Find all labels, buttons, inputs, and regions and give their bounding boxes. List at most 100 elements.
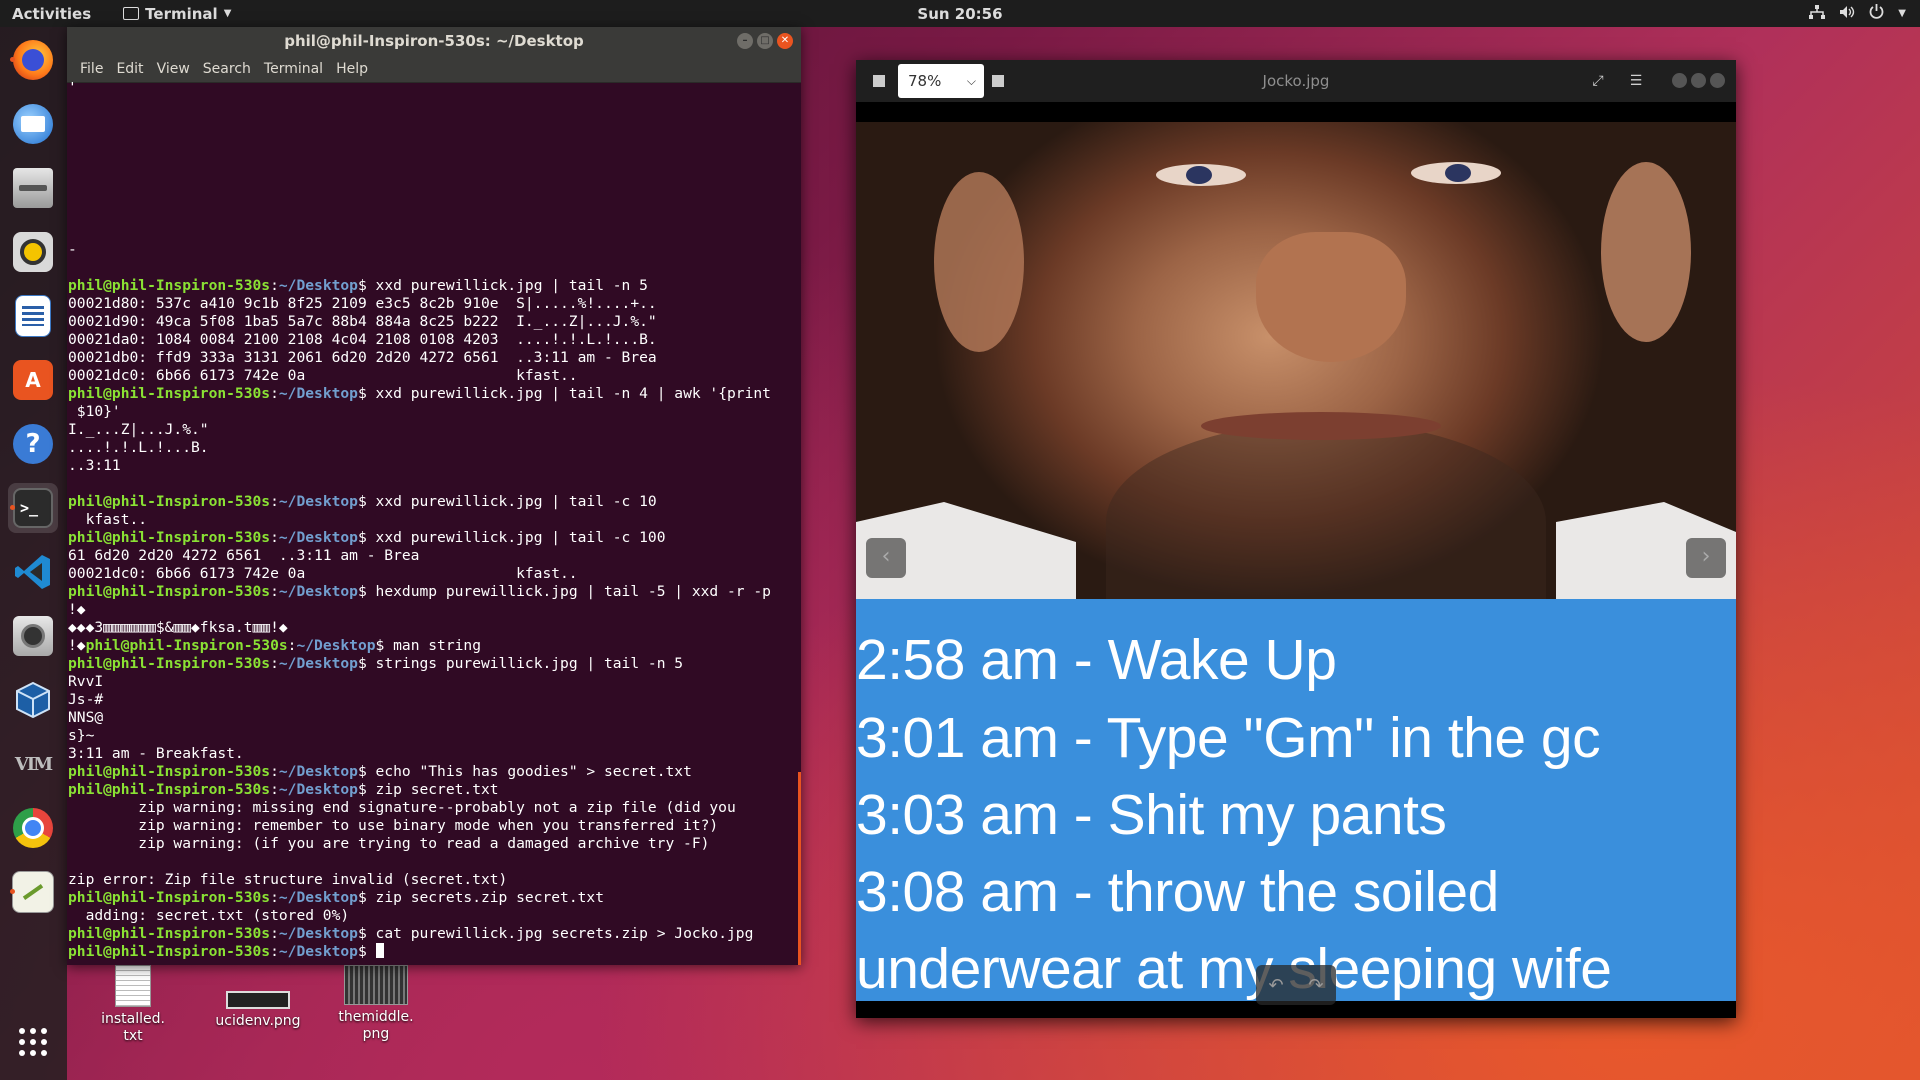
terminal-line: NNS@ (68, 709, 771, 727)
writer-icon[interactable] (8, 291, 58, 341)
close-button[interactable] (1710, 73, 1725, 88)
vim-icon[interactable]: VIM (8, 739, 58, 789)
terminal-text: RvvI (68, 673, 104, 690)
top-bar: Activities Terminal ▼ Sun 20:56 ▼ (0, 0, 1920, 27)
prompt-path: ~/Desktop (278, 493, 358, 510)
chevron-right-icon: › (1701, 544, 1711, 569)
terminal-text: $10}' (68, 403, 121, 420)
gedit-icon[interactable] (8, 867, 58, 917)
terminal-line: $10}' (68, 403, 771, 421)
activities-button[interactable]: Activities (12, 5, 91, 23)
command-text: cat purewillick.jpg secrets.zip > Jocko.… (375, 925, 754, 942)
prompt-path: ~/Desktop (278, 277, 358, 294)
terminal-text: ' (68, 82, 77, 96)
screenshot-icon[interactable] (8, 611, 58, 661)
caret-down-icon: ▼ (1898, 8, 1906, 19)
firefox-icon[interactable] (8, 35, 58, 85)
desktop-icon-label: txt (123, 1028, 143, 1044)
caret-down-icon: ▼ (223, 8, 232, 19)
command-text: man string (393, 637, 481, 654)
terminal-line: phil@phil-Inspiron-530s:~/Desktop$ hexdu… (68, 583, 771, 600)
close-button[interactable]: ✕ (777, 33, 793, 49)
thunderbird-icon[interactable] (8, 99, 58, 149)
maximize-button[interactable]: □ (757, 33, 773, 49)
prompt-user: phil@phil-Inspiron-530s (85, 637, 288, 654)
command-text: strings purewillick.jpg | tail -n 5 (375, 655, 684, 672)
power-icon (1869, 4, 1884, 23)
menu-search[interactable]: Search (203, 61, 251, 77)
terminal-line: 00021dc0: 6b66 6173 742e 0a kfast.. (68, 565, 771, 583)
terminal-line: adding: secret.txt (stored 0%) (68, 907, 771, 925)
help-icon[interactable]: ? (8, 419, 58, 469)
terminal-titlebar[interactable]: phil@phil-Inspiron-530s: ~/Desktop – □ ✕ (67, 27, 801, 55)
system-tray[interactable]: ▼ (1809, 0, 1906, 27)
menu-button[interactable]: ☰ (1627, 72, 1645, 90)
menu-file[interactable]: File (80, 61, 103, 77)
app-grid-icon[interactable] (8, 1017, 58, 1067)
virtualbox-icon[interactable] (8, 675, 58, 725)
vscode-icon[interactable] (8, 547, 58, 597)
grid-dots-icon (19, 1028, 47, 1056)
prompt-path: ~/Desktop (278, 583, 358, 600)
minimize-button[interactable] (1672, 73, 1687, 88)
terminal-line: phil@phil-Inspiron-530s:~/Desktop$ xxd p… (68, 385, 771, 402)
prompt-user: phil@phil-Inspiron-530s (68, 889, 271, 906)
terminal-output[interactable]: ' - phil@phil-Inspiron-530s:~/Desktop$ xxd… (67, 82, 801, 965)
terminal-text: !◆ (68, 637, 86, 654)
desktop-file-ucidenv-png[interactable]: ucidenv.png (212, 965, 304, 1030)
menu-terminal[interactable]: Terminal (264, 61, 323, 77)
terminal-line: 00021db0: ffd9 333a 3131 2061 6d20 2d20 … (68, 349, 771, 367)
viewer-headerbar[interactable]: 78% ⌵ Jocko.jpg ⤢ ☰ (856, 60, 1736, 102)
minimize-button[interactable]: – (737, 33, 753, 49)
prompt-path: ~/Desktop (278, 655, 358, 672)
menu-help[interactable]: Help (336, 61, 368, 77)
command-text: xxd purewillick.jpg | tail -n 5 (375, 277, 648, 294)
fullscreen-button[interactable]: ⤢ (1589, 72, 1607, 90)
menu-view[interactable]: View (157, 61, 190, 77)
prompt-path: ~/Desktop (296, 637, 376, 654)
prompt-user: phil@phil-Inspiron-530s (68, 655, 271, 672)
terminal-text: kfast.. (68, 511, 148, 528)
chromium-icon[interactable] (8, 803, 58, 853)
previous-image-button[interactable]: ‹ (866, 538, 906, 578)
rotate-controls[interactable]: ↶ ↷ (1256, 965, 1336, 1005)
prompt-user: phil@phil-Inspiron-530s (68, 781, 271, 798)
terminal-line: kfast.. (68, 511, 771, 529)
prompt-user: phil@phil-Inspiron-530s (68, 493, 271, 510)
terminal-text: Js-# (68, 691, 104, 708)
text-file-icon (115, 965, 151, 1007)
volume-icon (1839, 5, 1855, 23)
menu-edit[interactable]: Edit (116, 61, 143, 77)
files-icon[interactable] (8, 163, 58, 213)
terminal-line: ....!.!.L.!...B. (68, 439, 771, 457)
caption-line: 3:01 am - Type "Gm" in the gc (856, 706, 1601, 770)
app-menu[interactable]: Terminal ▼ (123, 5, 231, 23)
next-image-button[interactable]: › (1686, 538, 1726, 578)
desktop-file-themiddle-png[interactable]: themiddle. png (336, 965, 416, 1043)
prompt-user: phil@phil-Inspiron-530s (68, 763, 271, 780)
clock[interactable]: Sun 20:56 (0, 5, 1920, 23)
terminal-scrollbar[interactable] (798, 772, 801, 965)
image-thumbnail-icon (344, 965, 408, 1005)
command-text: zip secrets.zip secret.txt (375, 889, 604, 906)
terminal-line: I._...Z|...J.%." (68, 421, 771, 439)
desktop-file-installed-txt[interactable]: installed. txt (98, 965, 168, 1045)
terminal-text: NNS@ (68, 709, 104, 726)
prompt-path: ~/Desktop (278, 889, 358, 906)
terminal-icon[interactable]: >_ (8, 483, 58, 533)
maximize-button[interactable] (1691, 73, 1706, 88)
terminal-line: 00021dc0: 6b66 6173 742e 0a kfast.. (68, 367, 771, 385)
terminal-line: ◆◆◆3▥▥▥▥▥▥$&▥▥◆fksa.t▥▥!◆ (68, 619, 771, 637)
app-menu-label: Terminal (145, 4, 218, 23)
rotate-left-icon[interactable]: ↶ (1268, 975, 1283, 996)
software-icon[interactable]: A (8, 355, 58, 405)
prompt-path: ~/Desktop (278, 763, 358, 780)
terminal-line: phil@phil-Inspiron-530s:~/Desktop$ (68, 943, 771, 961)
terminal-text: ◆◆◆3▥▥▥▥▥▥$&▥▥◆fksa.t▥▥!◆ (68, 619, 288, 636)
prompt-user: phil@phil-Inspiron-530s (68, 277, 271, 294)
rhythmbox-icon[interactable] (8, 227, 58, 277)
rotate-right-icon[interactable]: ↷ (1308, 975, 1323, 996)
terminal-text: 00021dc0: 6b66 6173 742e 0a kfast.. (68, 565, 578, 582)
